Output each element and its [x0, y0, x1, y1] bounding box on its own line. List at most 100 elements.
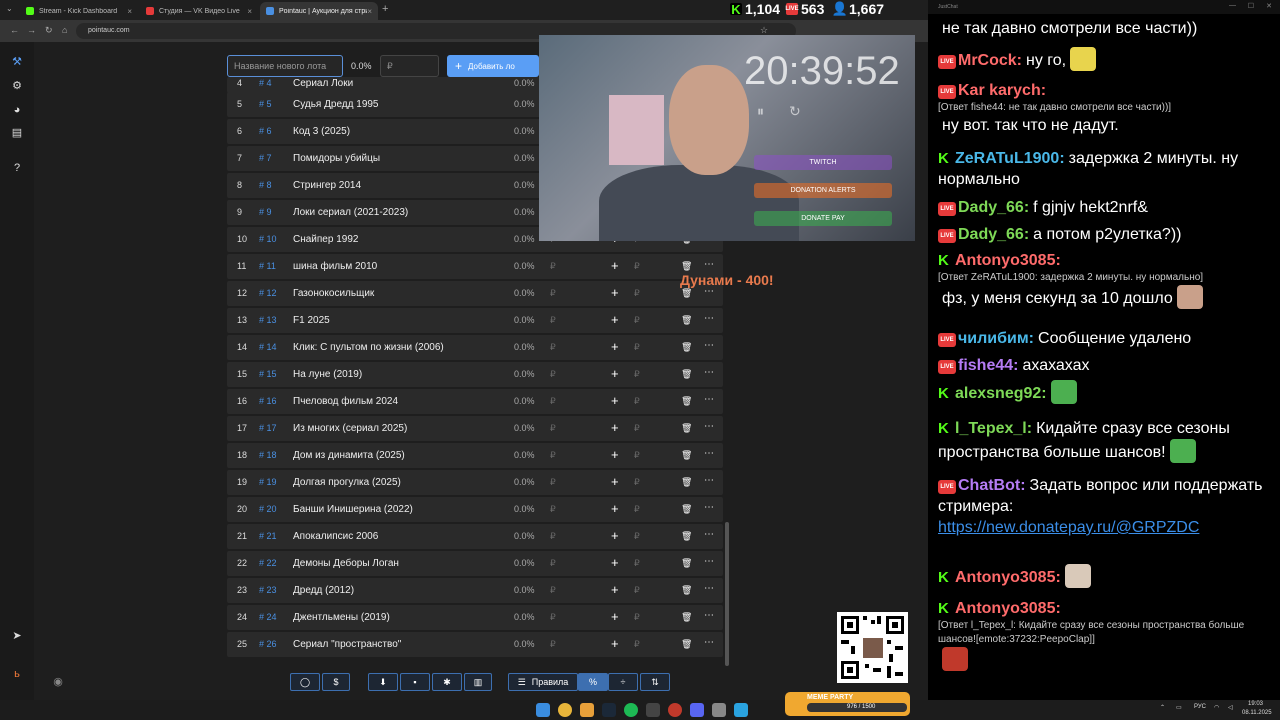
lot-amount-input[interactable]: ₽: [550, 423, 556, 434]
lot-name[interactable]: Судья Дредд 1995: [293, 99, 379, 110]
lot-extra-amount-input[interactable]: ₽: [634, 423, 640, 434]
lot-id-link[interactable]: # 9: [259, 207, 272, 217]
lot-name[interactable]: Пчеловод фильм 2024: [293, 396, 398, 407]
lot-id-link[interactable]: # 18: [259, 450, 277, 460]
lot-extra-amount-input[interactable]: ₽: [634, 585, 640, 596]
minimize-icon[interactable]: —: [1229, 2, 1236, 9]
wheel-icon[interactable]: ◕: [11, 104, 23, 116]
delete-lot-icon[interactable]: 🗑: [681, 477, 692, 488]
close-icon[interactable]: ✕: [1266, 2, 1272, 10]
lot-id-link[interactable]: # 17: [259, 423, 277, 433]
chrome-icon[interactable]: [558, 703, 572, 717]
add-amount-icon[interactable]: +: [611, 474, 619, 489]
delete-lot-icon[interactable]: 🗑: [681, 288, 692, 299]
lot-extra-amount-input[interactable]: ₽: [634, 639, 640, 650]
lot-id-link[interactable]: # 19: [259, 477, 277, 487]
lot-amount-input[interactable]: ₽: [550, 261, 556, 272]
more-options-icon[interactable]: ⋯: [704, 556, 714, 567]
more-options-icon[interactable]: ⋯: [704, 367, 714, 378]
lot-id-link[interactable]: # 13: [259, 315, 277, 325]
lot-amount-input[interactable]: ₽: [550, 315, 556, 326]
lot-id-link[interactable]: # 16: [259, 396, 277, 406]
lot-id-link[interactable]: # 7: [259, 153, 272, 163]
delete-lot-icon[interactable]: 🗑: [681, 396, 692, 407]
lot-name[interactable]: Дредд (2012): [293, 585, 354, 596]
lot-id-link[interactable]: # 8: [259, 180, 272, 190]
lot-amount-input[interactable]: ₽: [550, 558, 556, 569]
lot-amount-input[interactable]: ₽: [550, 531, 556, 542]
add-amount-icon[interactable]: +: [611, 582, 619, 597]
delete-lot-icon[interactable]: 🗑: [681, 504, 692, 515]
chat-username[interactable]: Dady_66:: [958, 199, 1029, 216]
lot-name[interactable]: Демоны Деборы Логан: [293, 558, 399, 569]
tab-close-icon[interactable]: ×: [247, 7, 252, 16]
github-button[interactable]: ◯: [290, 673, 320, 691]
tab-close-icon[interactable]: ×: [127, 7, 132, 16]
lot-extra-amount-input[interactable]: ₽: [634, 450, 640, 461]
delete-lot-icon[interactable]: 🗑: [681, 531, 692, 542]
chat-username[interactable]: ZeRATuL1900:: [955, 150, 1065, 167]
browser-tab[interactable]: Студия — VK Видео Live ×: [140, 2, 258, 20]
more-options-icon[interactable]: ⋯: [704, 529, 714, 540]
lot-name[interactable]: Газонокосильщик: [293, 288, 374, 299]
settings-gear-icon[interactable]: ⚙: [11, 80, 23, 92]
lot-amount-input[interactable]: ₽: [550, 585, 556, 596]
more-options-icon[interactable]: ⋯: [704, 583, 714, 594]
auction-hammer-icon[interactable]: ⚒: [11, 56, 23, 68]
more-options-icon[interactable]: ⋯: [704, 637, 714, 648]
delete-lot-icon[interactable]: 🗑: [681, 639, 692, 650]
pause-icon[interactable]: ⏸: [757, 103, 764, 120]
clock-time[interactable]: 19:03: [1248, 701, 1263, 707]
lot-amount-input[interactable]: ₽: [550, 477, 556, 488]
chat-username[interactable]: alexsneg92:: [955, 385, 1047, 402]
reload-icon[interactable]: ↻: [45, 25, 53, 36]
add-amount-icon[interactable]: +: [611, 501, 619, 516]
visibility-eye-icon[interactable]: ◉: [52, 676, 64, 688]
donation-alerts-button[interactable]: DONATION ALERTS: [754, 183, 892, 198]
lot-name[interactable]: Джентльмены (2019): [293, 612, 390, 623]
steam-icon[interactable]: [602, 703, 616, 717]
bug-report-button[interactable]: ✱: [432, 673, 462, 691]
lot-amount-input[interactable]: ₽: [550, 396, 556, 407]
lot-extra-amount-input[interactable]: ₽: [634, 315, 640, 326]
add-amount-icon[interactable]: +: [611, 609, 619, 624]
language-indicator[interactable]: РУС: [1194, 704, 1206, 710]
lot-extra-amount-input[interactable]: ₽: [634, 531, 640, 542]
start-windows-icon[interactable]: [536, 703, 550, 717]
delete-lot-icon[interactable]: 🗑: [681, 342, 692, 353]
add-amount-icon[interactable]: +: [611, 636, 619, 651]
add-amount-icon[interactable]: +: [611, 339, 619, 354]
chat-link[interactable]: https://new.donatepay.ru/@GRPZDC: [938, 519, 1199, 536]
rules-button[interactable]: ☰ Правила: [508, 673, 578, 691]
chat-username[interactable]: Antonyo3085:: [955, 569, 1061, 586]
lot-id-link[interactable]: # 24: [259, 612, 277, 622]
delete-lot-icon[interactable]: 🗑: [681, 261, 692, 272]
lot-amount-input[interactable]: ₽: [550, 504, 556, 515]
clock-date[interactable]: 08.11.2025: [1242, 710, 1272, 716]
wifi-icon[interactable]: ◠: [1214, 704, 1219, 711]
lot-name[interactable]: Код 3 (2025): [293, 126, 350, 137]
lot-extra-amount-input[interactable]: ₽: [634, 477, 640, 488]
lot-id-link[interactable]: # 23: [259, 585, 277, 595]
chat-username[interactable]: чилибим:: [958, 330, 1034, 347]
lots-scrollbar[interactable]: [725, 522, 729, 666]
sort-button[interactable]: ⇅: [640, 673, 670, 691]
more-options-icon[interactable]: ⋯: [704, 610, 714, 621]
lot-name[interactable]: Дом из динамита (2025): [293, 450, 405, 461]
lot-name[interactable]: Апокалипсис 2006: [293, 531, 378, 542]
lot-name[interactable]: Банши Инишерина (2022): [293, 504, 413, 515]
home-icon[interactable]: ⌂: [62, 25, 67, 35]
more-options-icon[interactable]: ⋯: [704, 313, 714, 324]
lot-id-link[interactable]: # 21: [259, 531, 277, 541]
lot-name[interactable]: Снайпер 1992: [293, 234, 358, 245]
chat-username[interactable]: MrCock:: [958, 52, 1022, 69]
lot-id-link[interactable]: # 10: [259, 234, 277, 244]
lot-id-link[interactable]: # 22: [259, 558, 277, 568]
lot-amount-input[interactable]: ₽: [550, 639, 556, 650]
lot-id-link[interactable]: # 12: [259, 288, 277, 298]
obs-icon[interactable]: [646, 703, 660, 717]
reset-icon[interactable]: ↻: [789, 103, 801, 120]
delete-lot-icon[interactable]: 🗑: [681, 450, 692, 461]
lot-name[interactable]: Стрингер 2014: [293, 180, 361, 191]
add-lot-button[interactable]: + Добавить ло: [447, 55, 539, 77]
